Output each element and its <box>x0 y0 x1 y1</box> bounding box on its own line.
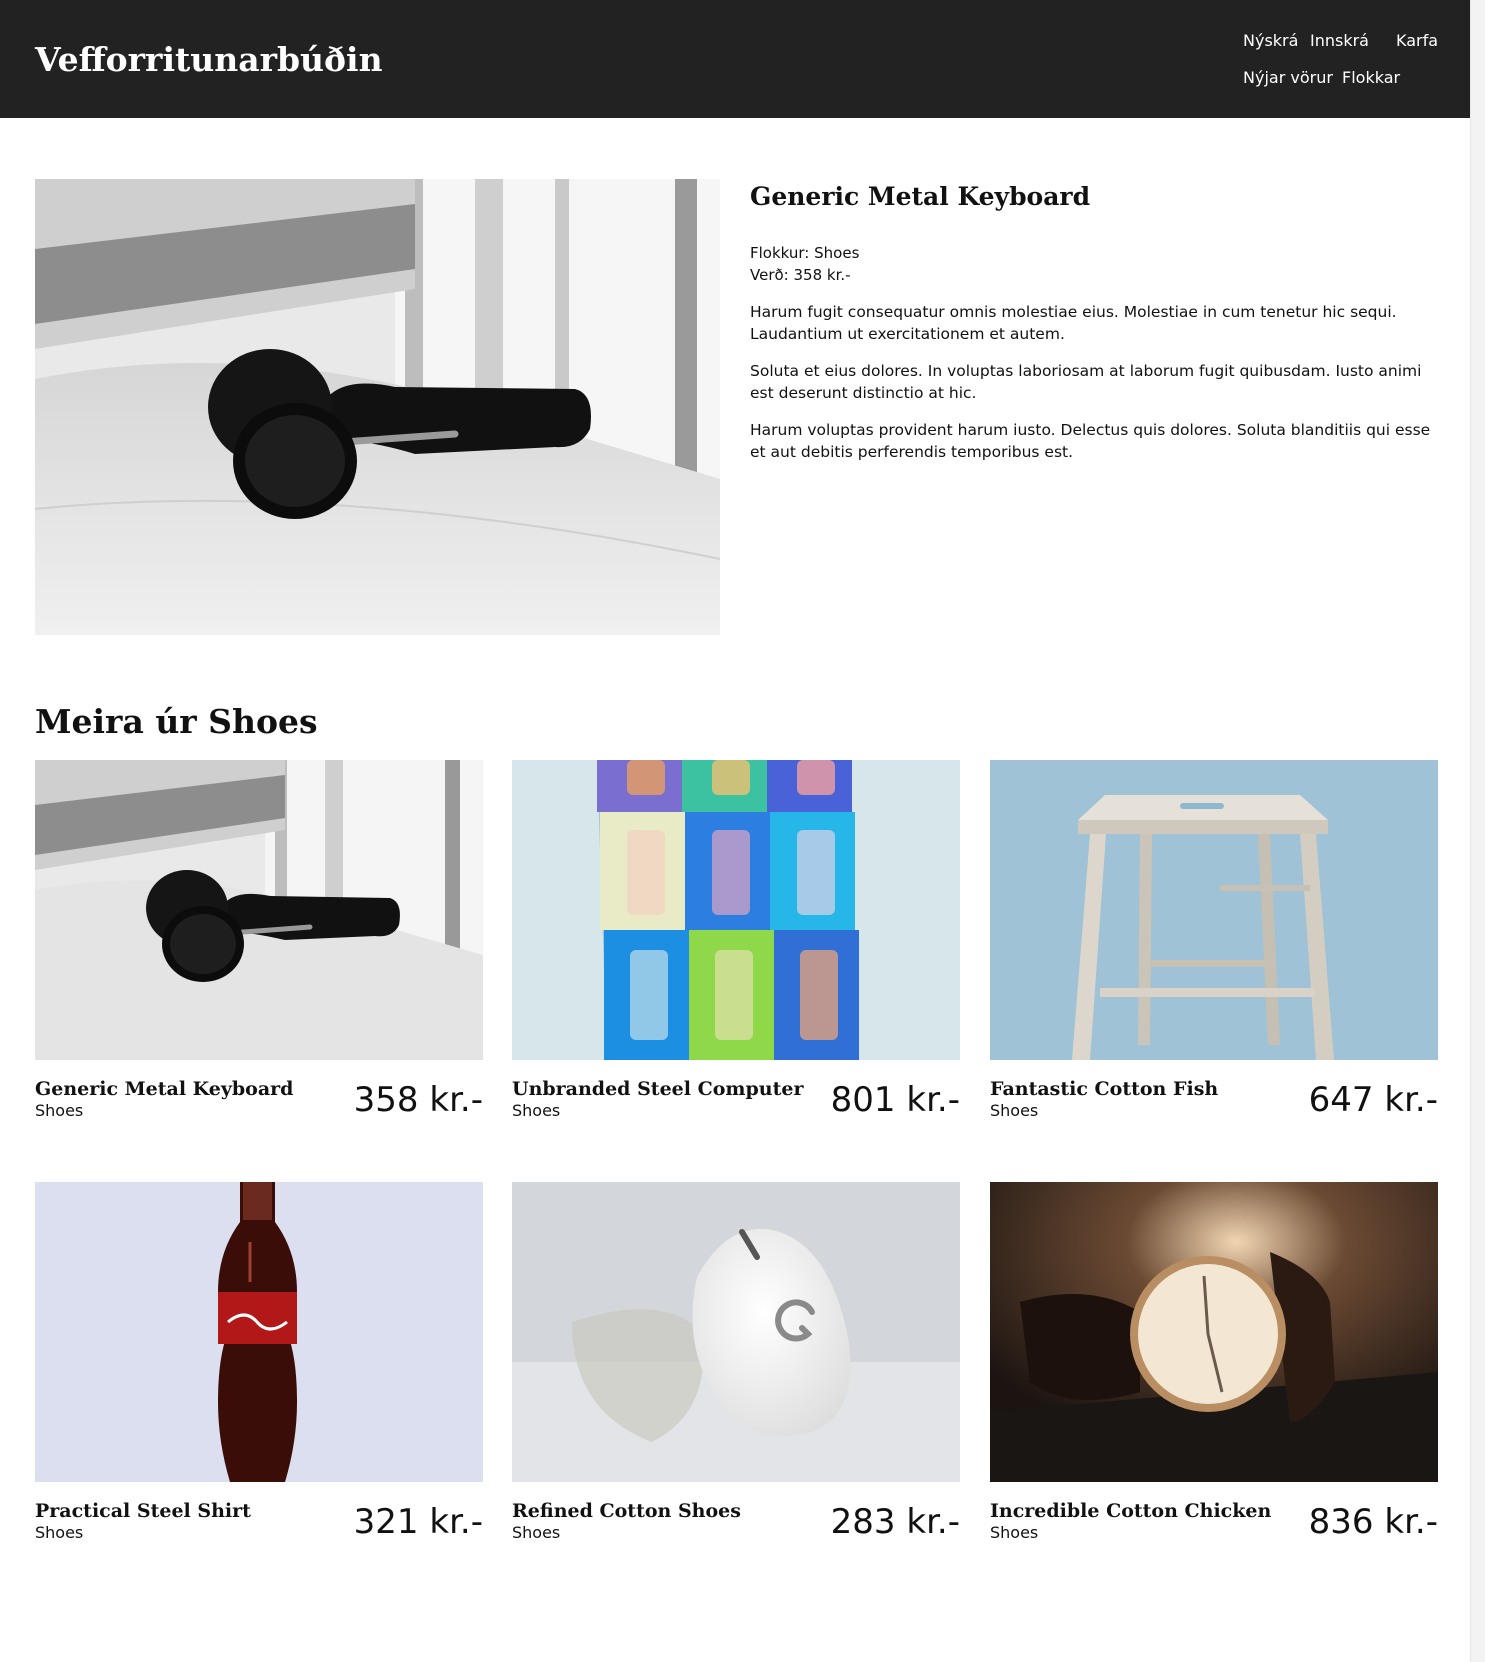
watch-image <box>990 1182 1438 1482</box>
product-description-paragraph: Harum voluptas provident harum iusto. De… <box>750 421 1431 461</box>
product-card[interactable]: Fantastic Cotton Fish Shoes 647 kr.- <box>990 760 1438 1120</box>
stool-image <box>990 760 1438 1060</box>
product-card[interactable]: Unbranded Steel Computer Shoes 801 kr.- <box>512 760 960 1120</box>
product-card-category[interactable]: Shoes <box>990 1522 1038 1544</box>
product-card[interactable]: Practical Steel Shirt Shoes 321 kr.- <box>35 1182 483 1542</box>
page: Vefforritunarbúðin Nýskrá Innskrá Karfa … <box>0 0 1470 1662</box>
product-category-label: Flokkur: <box>750 244 810 262</box>
product-card-image[interactable] <box>35 760 483 1060</box>
product-card-title[interactable]: Generic Metal Keyboard <box>35 1076 293 1102</box>
product-card-category[interactable]: Shoes <box>512 1522 560 1544</box>
product-card[interactable]: Incredible Cotton Chicken Shoes 836 kr.- <box>990 1182 1438 1542</box>
product-card-image[interactable] <box>512 760 960 1060</box>
headphones-image <box>35 179 720 635</box>
product-image <box>35 179 720 635</box>
product-card-price: 647 kr.- <box>1308 1080 1438 1120</box>
mouse-image <box>512 1182 960 1482</box>
product-category-link[interactable]: Shoes <box>814 244 859 262</box>
product-card-image[interactable] <box>512 1182 960 1482</box>
brand-logo[interactable]: Vefforritunarbúðin <box>35 38 383 82</box>
nav-login-link[interactable]: Innskrá <box>1310 30 1369 52</box>
product-description-paragraph: Soluta et eius dolores. In voluptas labo… <box>750 362 1422 402</box>
product-card-title[interactable]: Fantastic Cotton Fish <box>990 1076 1218 1102</box>
product-card-price: 321 kr.- <box>353 1502 483 1542</box>
page-scrollbar[interactable] <box>1470 0 1485 1662</box>
product-card-category[interactable]: Shoes <box>512 1100 560 1122</box>
product-card-image[interactable] <box>990 760 1438 1060</box>
product-card[interactable]: Refined Cotton Shoes Shoes 283 kr.- <box>512 1182 960 1542</box>
product-card-price: 358 kr.- <box>353 1080 483 1120</box>
product-card-category[interactable]: Shoes <box>35 1100 83 1122</box>
product-card-title[interactable]: Refined Cotton Shoes <box>512 1498 741 1524</box>
product-card-price: 283 kr.- <box>830 1502 960 1542</box>
product-card[interactable]: Generic Metal Keyboard Shoes 358 kr.- <box>35 760 483 1120</box>
product-card-title[interactable]: Unbranded Steel Computer <box>512 1076 803 1102</box>
product-card-price: 836 kr.- <box>1308 1502 1438 1542</box>
product-card-title[interactable]: Incredible Cotton Chicken <box>990 1498 1271 1524</box>
product-category-row: Flokkur: Shoes <box>750 242 859 264</box>
product-card-price: 801 kr.- <box>830 1080 960 1120</box>
product-card-category[interactable]: Shoes <box>35 1522 83 1544</box>
product-price-row: Verð: 358 kr.- <box>750 264 851 286</box>
headphones-image <box>35 760 483 1060</box>
product-description-paragraph: Harum fugit consequatur omnis molestiae … <box>750 303 1397 343</box>
product-card-category[interactable]: Shoes <box>990 1100 1038 1122</box>
nav-categories-link[interactable]: Flokkar <box>1342 67 1400 89</box>
product-title: Generic Metal Keyboard <box>750 182 1091 211</box>
speaker-grid-image <box>512 760 960 1060</box>
product-price: 358 kr.- <box>793 266 851 284</box>
nav-cart-link[interactable]: Karfa <box>1396 30 1438 52</box>
nav-signup-link[interactable]: Nýskrá <box>1243 30 1298 52</box>
nav-new-products-link[interactable]: Nýjar vörur <box>1243 67 1333 89</box>
product-price-label: Verð: <box>750 266 789 284</box>
related-section-title: Meira úr Shoes <box>35 702 318 741</box>
product-card-image[interactable] <box>35 1182 483 1482</box>
product-card-image[interactable] <box>990 1182 1438 1482</box>
site-header: Vefforritunarbúðin Nýskrá Innskrá Karfa … <box>0 0 1470 118</box>
bottle-image <box>35 1182 483 1482</box>
product-card-title[interactable]: Practical Steel Shirt <box>35 1498 251 1524</box>
